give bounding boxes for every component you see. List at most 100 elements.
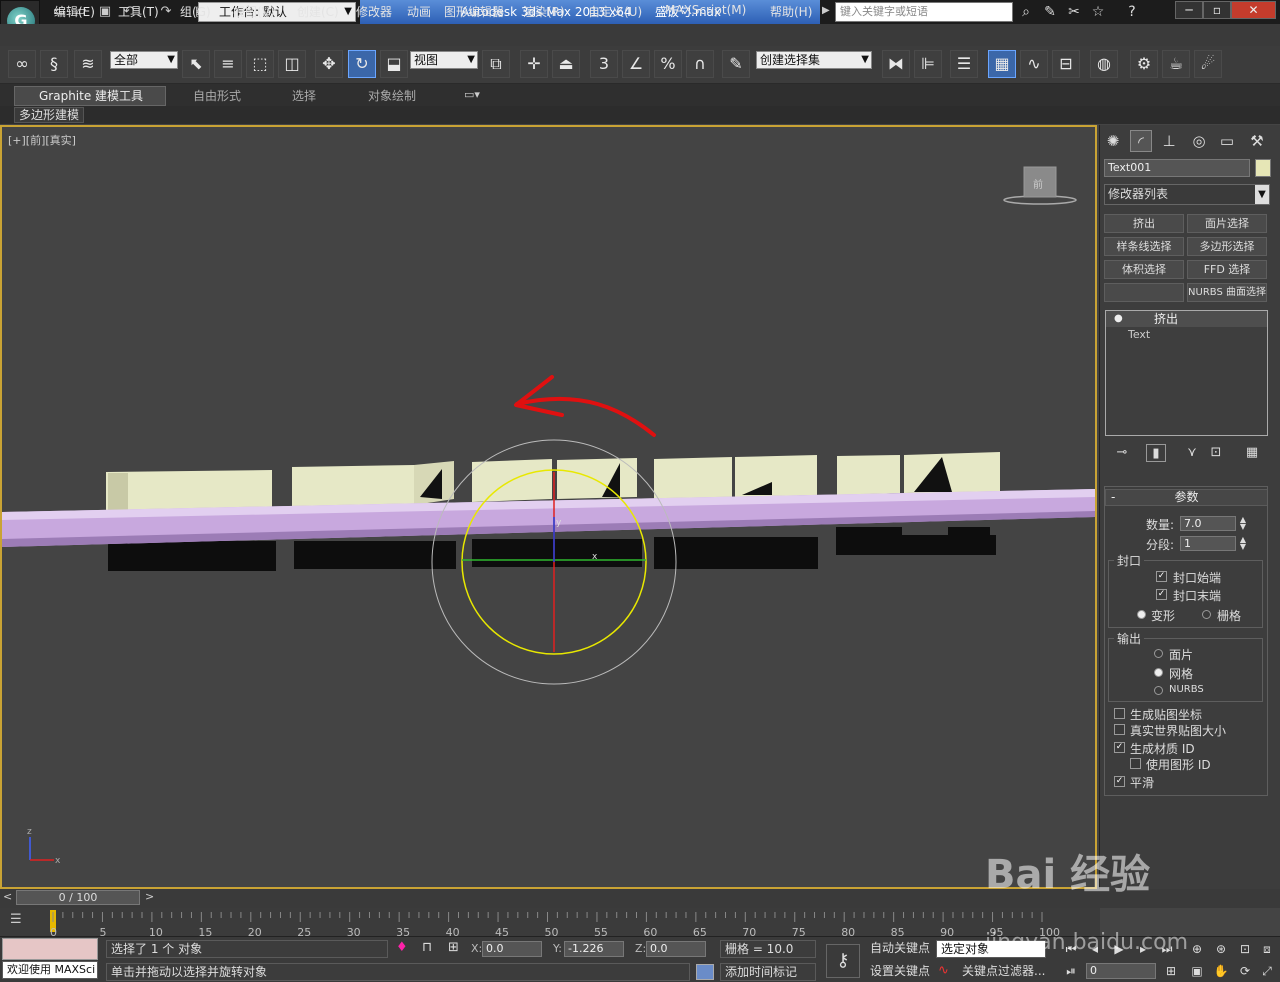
- tab-freeform[interactable]: 自由形式: [193, 87, 241, 104]
- manipulate-icon[interactable]: ✛: [520, 50, 548, 78]
- menu-graph-editors[interactable]: 图形编辑器: [444, 3, 504, 20]
- zoom-icon[interactable]: ⊕: [1186, 940, 1208, 958]
- add-time-tag[interactable]: 添加时间标记: [720, 963, 816, 981]
- key-mode-icon[interactable]: ⏯: [1060, 962, 1082, 980]
- menu-help[interactable]: 帮助(H): [770, 3, 812, 20]
- communication-icon[interactable]: ✂: [1064, 3, 1084, 21]
- spline-select-button[interactable]: 样条线选择: [1104, 237, 1184, 256]
- time-config-icon[interactable]: ⊞: [1160, 962, 1182, 980]
- x-coordinate-input[interactable]: 0.0: [482, 941, 542, 957]
- modifier-list-dropdown[interactable]: 修改器列表 ▼: [1104, 184, 1270, 205]
- unlink-icon[interactable]: §: [40, 50, 68, 78]
- named-selection-dropdown[interactable]: 创建选择集 ▼: [756, 51, 872, 69]
- curve-editor-icon[interactable]: ∿: [1020, 50, 1048, 78]
- percent-snap-icon[interactable]: %: [654, 50, 682, 78]
- time-tag-icon[interactable]: [696, 964, 714, 980]
- tab-graphite-modeling[interactable]: Graphite 建模工具: [14, 86, 166, 106]
- rect-selection-region-icon[interactable]: ⬚: [246, 50, 274, 78]
- rendered-frame-icon[interactable]: ☕: [1162, 50, 1190, 78]
- ffd-select-button[interactable]: FFD 选择: [1187, 260, 1267, 279]
- pin-stack-icon[interactable]: ⊸: [1112, 444, 1132, 462]
- show-end-result-icon[interactable]: ▮: [1146, 444, 1166, 462]
- menu-customize[interactable]: 自定义(U): [588, 3, 642, 20]
- search-input[interactable]: 键入关键字或短语: [835, 2, 1013, 22]
- field-of-view-icon[interactable]: ▣: [1186, 962, 1208, 980]
- select-by-name-icon[interactable]: ≡: [214, 50, 242, 78]
- menu-rendering[interactable]: 渲染(R): [523, 3, 565, 20]
- layer-manager-icon[interactable]: ☰: [950, 50, 978, 78]
- pivot-center-icon[interactable]: ⧉: [482, 50, 510, 78]
- menu-edit[interactable]: 编辑(E): [54, 3, 95, 20]
- stack-item-text[interactable]: Text: [1128, 328, 1150, 341]
- select-rotate-icon[interactable]: ↻: [348, 50, 376, 78]
- select-move-icon[interactable]: ✥: [315, 50, 343, 78]
- render-production-icon[interactable]: ☄: [1194, 50, 1222, 78]
- volume-select-button[interactable]: 体积选择: [1104, 260, 1184, 279]
- tab-selection[interactable]: 选择: [292, 87, 316, 104]
- maxscript-mini-listener[interactable]: 欢迎使用 MAXSci: [2, 961, 98, 979]
- schematic-view-icon[interactable]: ⊟: [1052, 50, 1080, 78]
- configure-sets-icon[interactable]: ▦: [1242, 444, 1262, 462]
- track-bar-menu-icon[interactable]: ☰: [10, 912, 22, 927]
- select-scale-icon[interactable]: ⬓: [380, 50, 408, 78]
- z-coordinate-input[interactable]: 0.0: [646, 941, 706, 957]
- link-icon[interactable]: ∞: [8, 50, 36, 78]
- nurbs-surface-select-button[interactable]: NURBS 曲面选择: [1187, 283, 1267, 302]
- create-tab-icon[interactable]: ✺: [1102, 130, 1124, 152]
- reference-coord-dropdown[interactable]: 视图 ▼: [410, 51, 478, 69]
- menu-animation[interactable]: 动画: [407, 3, 431, 20]
- menu-modifiers[interactable]: 修改器: [356, 3, 392, 20]
- zoom-extents-all-icon[interactable]: ⧈: [1256, 940, 1278, 958]
- zoom-all-icon[interactable]: ⊛: [1210, 940, 1232, 958]
- empty-modifier-button[interactable]: [1104, 283, 1184, 302]
- absolute-mode-icon[interactable]: ⊞: [448, 940, 459, 955]
- render-setup-icon[interactable]: ⚙: [1130, 50, 1158, 78]
- maximize-viewport-icon[interactable]: ⤢: [1256, 962, 1278, 980]
- angle-snap-icon[interactable]: ∠: [622, 50, 650, 78]
- zoom-extents-icon[interactable]: ⊡: [1234, 940, 1256, 958]
- tab-object-paint[interactable]: 对象绘制: [368, 87, 416, 104]
- edit-named-sets-icon[interactable]: ✎: [722, 50, 750, 78]
- bind-space-warp-icon[interactable]: ≋: [74, 50, 102, 78]
- patch-select-button[interactable]: 面片选择: [1187, 214, 1267, 233]
- selection-lock-icon[interactable]: ⊓: [422, 940, 432, 955]
- menu-views[interactable]: 视图(V): [233, 3, 275, 20]
- help-icon[interactable]: ?: [1122, 3, 1142, 21]
- snaps-toggle-icon[interactable]: 3: [590, 50, 618, 78]
- current-frame-input[interactable]: 0: [1086, 963, 1156, 979]
- window-crossing-icon[interactable]: ◫: [278, 50, 306, 78]
- redo-icon[interactable]: ↷: [157, 3, 175, 21]
- set-key-button[interactable]: 设置关键点: [866, 963, 932, 981]
- display-tab-icon[interactable]: ▭: [1216, 130, 1238, 152]
- close-button[interactable]: ✕: [1231, 1, 1276, 19]
- motion-tab-icon[interactable]: ◎: [1188, 130, 1210, 152]
- lightbulb-icon[interactable]: ●: [1114, 311, 1123, 327]
- spinner-snap-icon[interactable]: ∩: [686, 50, 714, 78]
- poly-select-button[interactable]: 多边形选择: [1187, 237, 1267, 256]
- isolate-selection-icon[interactable]: ♦: [396, 940, 408, 955]
- keyboard-shortcut-override-icon[interactable]: ⏏: [552, 50, 580, 78]
- next-frame-arrow[interactable]: >: [145, 890, 154, 903]
- tools-icon[interactable]: ✎: [1040, 3, 1060, 21]
- menu-group[interactable]: 组(G): [180, 3, 211, 20]
- search-expand-icon[interactable]: ▶: [822, 5, 830, 16]
- menu-maxscript[interactable]: MAXScript(M): [665, 3, 746, 17]
- auto-key-button[interactable]: 自动关键点: [866, 940, 932, 958]
- mirror-icon[interactable]: ⧓: [882, 50, 910, 78]
- viewport-label[interactable]: [+][前][真实]: [8, 132, 76, 148]
- align-icon[interactable]: ⊫: [914, 50, 942, 78]
- object-name-field[interactable]: Text001: [1104, 159, 1250, 177]
- time-slider[interactable]: 0 / 100: [16, 890, 140, 905]
- save-icon[interactable]: ▣: [96, 3, 114, 21]
- minimize-button[interactable]: ─: [1175, 1, 1203, 19]
- extrude-modifier-button[interactable]: 挤出: [1104, 214, 1184, 233]
- key-filters-button[interactable]: 关键点过滤器...: [958, 963, 1050, 981]
- maximize-button[interactable]: ▫: [1203, 1, 1231, 19]
- orbit-icon[interactable]: ⟳: [1234, 962, 1256, 980]
- make-unique-icon[interactable]: ⋎: [1182, 444, 1202, 462]
- modify-tab-icon[interactable]: ◜: [1130, 130, 1152, 152]
- binoculars-icon[interactable]: ⌕: [1016, 3, 1036, 21]
- y-coordinate-input[interactable]: -1.226: [564, 941, 624, 957]
- viewcube[interactable]: 前: [1003, 166, 1077, 205]
- prev-frame-arrow[interactable]: <: [3, 890, 12, 903]
